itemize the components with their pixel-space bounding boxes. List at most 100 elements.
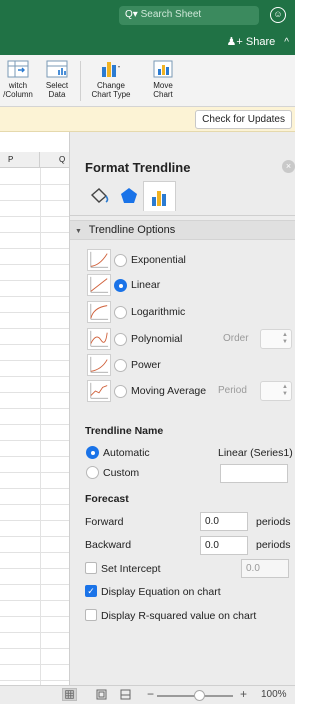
switch-label-line-2: /Column xyxy=(3,90,33,99)
trendline-type-label: Power xyxy=(131,359,161,371)
forward-periods-unit: periods xyxy=(256,516,291,528)
custom-name-input[interactable] xyxy=(220,464,288,483)
search-icon: Q▾ xyxy=(125,9,138,20)
trendline-radio[interactable] xyxy=(114,254,127,267)
grid-row-line xyxy=(0,472,69,473)
change-label-line-2: Chart Type xyxy=(91,90,131,99)
grid-row-line xyxy=(0,664,69,665)
automatic-name-radio[interactable] xyxy=(86,446,99,459)
trendline-moving-average-icon xyxy=(87,380,111,402)
grid-row-line xyxy=(0,184,69,185)
zoom-level: 100% xyxy=(261,689,287,700)
search-placeholder: Search Sheet xyxy=(140,9,202,20)
grid-row-line xyxy=(0,424,69,425)
search-sheet-input[interactable]: Q▾ Search Sheet xyxy=(119,6,259,25)
period-label: Period xyxy=(218,385,247,396)
display-r-squared-label: Display R-squared value on chart xyxy=(101,610,257,622)
move-label-line-1: Move xyxy=(153,81,173,90)
trendline-radio[interactable] xyxy=(114,359,127,372)
switch-label-line-1: witch xyxy=(8,81,28,90)
trendline-type-power[interactable]: Power xyxy=(87,354,287,378)
backward-periods-unit: periods xyxy=(256,539,291,551)
custom-name-radio[interactable] xyxy=(86,466,99,479)
move-label-line-2: Chart xyxy=(153,90,173,99)
intercept-value-input[interactable]: 0.0 xyxy=(241,559,289,578)
grid-row-line xyxy=(0,584,69,585)
panel-tabs xyxy=(85,181,285,211)
disclosure-triangle-icon: ▼ xyxy=(75,228,82,235)
zoom-in-button[interactable]: + xyxy=(240,687,247,701)
order-label: Order xyxy=(223,333,249,344)
grid-row-line xyxy=(0,504,69,505)
switch-row-column-button[interactable]: witch /Column xyxy=(0,59,40,99)
change-chart-type-button[interactable]: Change Chart Type xyxy=(86,59,136,99)
change-label-line-1: Change xyxy=(96,81,126,90)
format-trendline-panel: Format Trendline × ▼ Trendline Options E… xyxy=(70,132,295,685)
chevron-up-icon[interactable]: ^ xyxy=(284,37,289,48)
automatic-name-label: Automatic xyxy=(103,447,150,459)
ribbon-toolbar: witch /Column Select Data Change Chart T… xyxy=(0,55,295,107)
backward-periods-input[interactable]: 0.0 xyxy=(200,536,248,555)
period-stepper[interactable]: ▲ ▼ xyxy=(260,381,292,401)
user-account-icon[interactable]: ☺ xyxy=(270,7,286,23)
tab-fill-line[interactable] xyxy=(85,181,113,211)
order-stepper[interactable]: ▲ ▼ xyxy=(260,329,292,349)
set-intercept-checkbox[interactable] xyxy=(85,562,97,574)
trendline-type-polynomial[interactable]: Polynomial Order ▲ ▼ xyxy=(87,328,292,352)
grid-row-line xyxy=(0,616,69,617)
trendline-type-label: Moving Average xyxy=(131,385,207,397)
trendline-type-exponential[interactable]: Exponential xyxy=(87,249,287,273)
grid-row-line xyxy=(0,200,69,201)
trendline-type-label: Logarithmic xyxy=(131,306,186,318)
page-break-view-icon[interactable] xyxy=(118,688,133,701)
move-chart-button[interactable]: Move Chart xyxy=(143,59,183,99)
trendline-radio[interactable] xyxy=(114,306,127,319)
select-data-button[interactable]: Select Data xyxy=(40,59,74,99)
trendline-type-linear[interactable]: Linear xyxy=(87,274,287,298)
check-for-updates-button[interactable]: Check for Updates xyxy=(195,110,292,129)
grid-row-line xyxy=(0,344,69,345)
grid-row-line xyxy=(0,568,69,569)
normal-view-icon[interactable] xyxy=(62,688,77,701)
forward-label: Forward xyxy=(85,516,124,528)
trendline-type-moving-average[interactable]: Moving Average Period ▲ ▼ xyxy=(87,380,292,404)
display-r-squared-checkbox[interactable] xyxy=(85,609,97,621)
trendline-type-label: Linear xyxy=(131,279,161,291)
update-notification-bar: Check for Updates xyxy=(0,107,295,132)
grid-row-line xyxy=(0,328,69,329)
trendline-options-section-header[interactable]: ▼ Trendline Options xyxy=(70,220,295,240)
grid-row-line xyxy=(0,520,69,521)
select-data-icon xyxy=(46,60,68,78)
zoom-slider-handle[interactable] xyxy=(193,690,205,701)
backward-label: Backward xyxy=(85,539,132,551)
automatic-name-value: Linear (Series1) xyxy=(218,447,293,459)
close-panel-icon[interactable]: × xyxy=(282,160,295,173)
zoom-out-button[interactable]: − xyxy=(147,687,154,701)
trendline-radio[interactable] xyxy=(114,385,127,398)
grid-row-line xyxy=(0,600,69,601)
forward-periods-input[interactable]: 0.0 xyxy=(200,512,248,531)
switch-row-column-icon xyxy=(7,60,29,78)
trendline-type-logarithmic[interactable]: Logarithmic xyxy=(87,301,287,325)
page-layout-view-icon[interactable] xyxy=(94,688,109,701)
column-header-q[interactable]: Q xyxy=(40,152,69,168)
bar-chart-icon xyxy=(152,191,166,206)
select-label-line-1: Select xyxy=(45,81,69,90)
trendline-logarithmic-icon xyxy=(87,301,111,323)
grid-column-line xyxy=(40,168,41,685)
trendline-radio[interactable] xyxy=(114,279,127,292)
share-button[interactable]: ♟+ Share ^ xyxy=(227,35,289,48)
trendline-exponential-icon xyxy=(87,249,111,271)
trendline-radio[interactable] xyxy=(114,333,127,346)
trendline-polynomial-icon xyxy=(87,328,111,350)
tab-effects[interactable] xyxy=(115,181,143,211)
paint-bucket-icon xyxy=(90,188,109,203)
display-equation-checkbox[interactable]: ✓ xyxy=(85,585,97,597)
tab-trendline-options[interactable] xyxy=(143,181,176,211)
column-header-p[interactable]: P xyxy=(0,152,40,168)
grid-row-line xyxy=(0,376,69,377)
forecast-heading: Forecast xyxy=(85,493,129,505)
select-label-line-2: Data xyxy=(48,90,66,99)
spreadsheet-grid[interactable]: P Q xyxy=(0,132,70,685)
share-label: Share xyxy=(245,36,276,48)
